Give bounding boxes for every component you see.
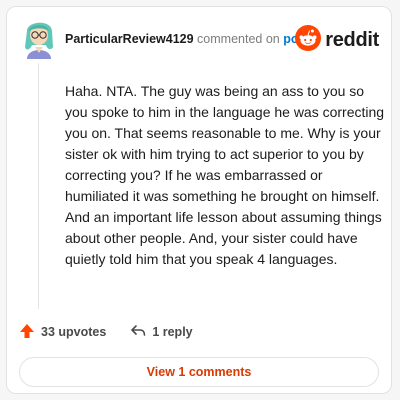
reply-count: 1 reply (152, 325, 193, 339)
reply-arrow-icon (130, 323, 152, 342)
reddit-snoo-icon (295, 24, 322, 56)
user-avatar-icon[interactable] (21, 17, 57, 59)
comment-actions: 33 upvotes 1 reply (19, 321, 217, 343)
reddit-wordmark: reddit (325, 28, 379, 51)
reddit-brand[interactable]: reddit (295, 24, 379, 56)
thread-line[interactable] (38, 63, 39, 309)
reply-button[interactable]: 1 reply (130, 323, 193, 342)
commented-on-text: commented on (197, 32, 280, 46)
comment-card: ParticularReview4129 commented on post r… (6, 6, 392, 394)
comment-body: Haha. NTA. The guy was being an ass to y… (65, 83, 385, 267)
upvote-count: 33 upvotes (41, 325, 107, 339)
upvote-arrow-icon (19, 323, 41, 342)
comment-header: ParticularReview4129 commented on post (65, 31, 310, 47)
upvote-button[interactable]: 33 upvotes (19, 323, 106, 342)
username-link[interactable]: ParticularReview4129 (65, 32, 194, 46)
view-comments-button[interactable]: View 1 comments (19, 357, 379, 387)
